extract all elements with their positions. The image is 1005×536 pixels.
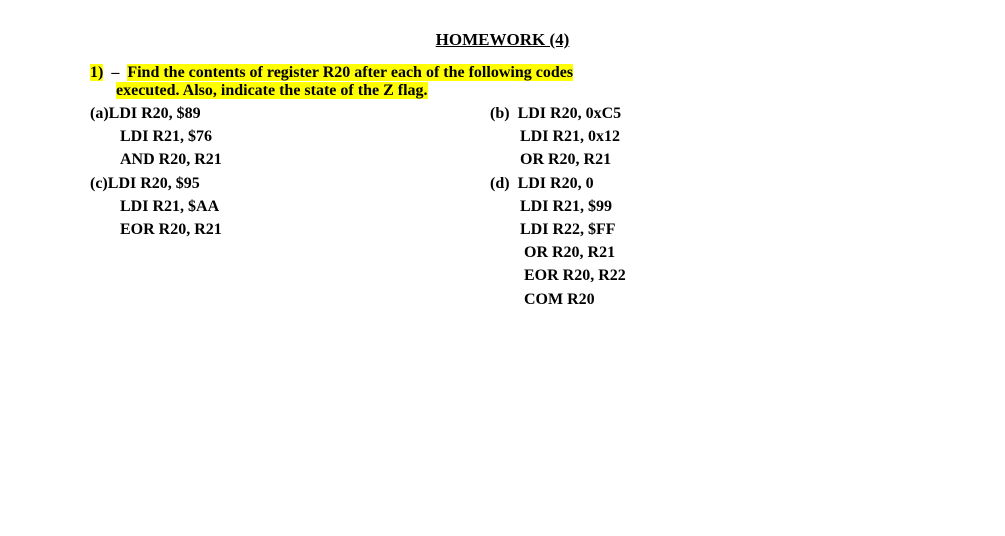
part-c-line-0: LDI R20, $95 xyxy=(108,175,200,192)
homework-title: HOMEWORK (4) xyxy=(0,30,1005,50)
part-a-row: (a)LDI R20, $89 xyxy=(90,102,490,125)
part-a-label: (a) xyxy=(90,105,109,122)
part-c-line-2: EOR R20, R21 xyxy=(90,218,490,241)
part-d-row: (d) LDI R20, 0 xyxy=(490,172,626,195)
question-line-2: executed. Also, indicate the state of th… xyxy=(90,82,1005,100)
question-text-2: executed. Also, indicate the state of th… xyxy=(116,82,428,99)
part-d-line-4: EOR R20, R22 xyxy=(490,264,626,287)
part-d-line-5: COM R20 xyxy=(490,288,626,311)
question-number: 1) xyxy=(90,64,103,81)
homework-content: 1) – Find the contents of register R20 a… xyxy=(0,64,1005,311)
column-right: (b) LDI R20, 0xC5 LDI R21, 0x12 OR R20, … xyxy=(490,102,626,311)
part-a-line-0: LDI R20, $89 xyxy=(109,105,201,122)
part-c-line-1: LDI R21, $AA xyxy=(90,195,490,218)
part-b-row: (b) LDI R20, 0xC5 xyxy=(490,102,626,125)
question-text-1: Find the contents of register R20 after … xyxy=(127,64,573,81)
part-a-line-1: LDI R21, $76 xyxy=(90,125,490,148)
question-line-1: 1) – Find the contents of register R20 a… xyxy=(90,64,1005,82)
part-b-line-1: LDI R21, 0x12 xyxy=(490,125,626,148)
part-b-line-0: LDI R20, 0xC5 xyxy=(518,105,622,122)
part-b-line-2: OR R20, R21 xyxy=(490,148,626,171)
part-c-label: (c) xyxy=(90,175,108,192)
parts-columns: (a)LDI R20, $89 LDI R21, $76 AND R20, R2… xyxy=(90,102,1005,311)
part-b-label: (b) xyxy=(490,105,510,122)
column-left: (a)LDI R20, $89 LDI R21, $76 AND R20, R2… xyxy=(90,102,490,311)
part-d-line-3: OR R20, R21 xyxy=(490,241,626,264)
part-d-label: (d) xyxy=(490,175,510,192)
part-d-line-1: LDI R21, $99 xyxy=(490,195,626,218)
part-d-line-0: LDI R20, 0 xyxy=(518,175,594,192)
question-dash: – xyxy=(111,64,119,81)
part-a-line-2: AND R20, R21 xyxy=(90,148,490,171)
part-d-line-2: LDI R22, $FF xyxy=(490,218,626,241)
part-c-row: (c)LDI R20, $95 xyxy=(90,172,490,195)
